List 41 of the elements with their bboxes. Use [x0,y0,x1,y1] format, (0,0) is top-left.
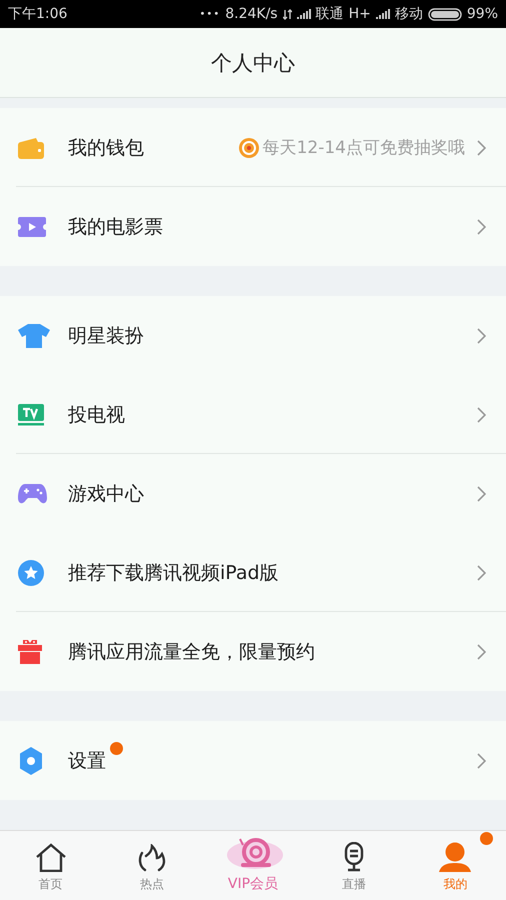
carrier-name: 移动 [394,5,423,23]
microphone-icon [343,842,366,872]
battery-level: 99% [466,6,498,22]
row-label: 推荐下载腾讯视频iPad版 [68,560,279,586]
chevron-right-icon [477,218,486,234]
chevron-right-icon [477,644,486,660]
gamepad-icon [18,484,47,504]
notification-dots: ••• [200,8,220,20]
row-label: 投电视 [68,402,125,428]
chevron-right-icon [477,406,486,422]
row-label: 设置 [68,748,106,774]
battery-icon [428,8,462,20]
chevron-right-icon [477,140,486,156]
row-label: 我的钱包 [68,136,144,160]
row-label: 我的电影票 [68,214,163,240]
carrier-name: 联通 [316,5,344,23]
signal-icon [376,9,390,19]
flame-icon [136,844,167,872]
row-label: 腾讯应用流量全免，限量预约 [68,640,315,664]
settings-icon [18,746,44,774]
page-title: 个人中心 [211,50,295,76]
ticket-icon [18,216,46,236]
home-icon [34,843,67,872]
promo-text: 每天12-14点可免费抽奖哦 [262,137,465,159]
row-label: 游戏中心 [68,482,144,506]
t-shirt-icon [18,324,50,348]
tv-icon [18,404,44,426]
wallet-icon [18,136,44,158]
data-arrows-icon [282,8,292,20]
chevron-right-icon [477,328,486,344]
status-time: 下午1:06 [8,5,68,23]
signal-icon [296,9,311,19]
network-type: H+ [348,6,371,22]
chevron-right-icon [477,564,486,580]
person-icon [439,842,472,872]
chevron-right-icon [477,752,486,768]
network-speed: 8.24K/s [225,6,278,22]
chevron-right-icon [477,486,486,502]
coin-icon [238,138,259,158]
row-label: 明星装扮 [68,324,144,348]
gift-icon [18,640,42,664]
